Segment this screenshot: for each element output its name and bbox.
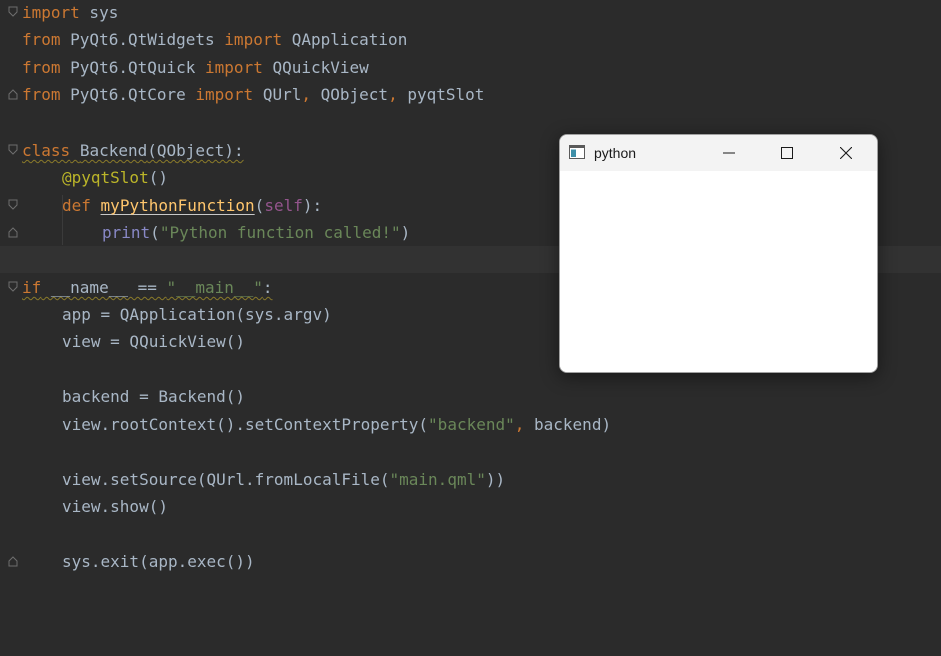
token-string: "Python function called!" [159,223,401,242]
minimize-button[interactable] [706,135,752,171]
token-text: : [262,278,273,297]
fold-start-icon[interactable] [8,6,18,18]
token-text: backend = Backend() [62,387,246,406]
window-title: python [594,145,637,161]
token-keyword: if [22,278,42,297]
token-string: "backend" [428,415,515,434]
close-button[interactable] [823,135,869,171]
fold-start-icon[interactable] [8,199,18,211]
token-text: PyQt6.QtCore [60,85,196,104]
token-text: pyqtSlot [407,85,485,104]
code-line-19[interactable]: view.show() [0,493,941,520]
fold-end-icon[interactable] [8,555,18,567]
window-client-area[interactable] [560,171,877,372]
token-text: app = QApplication(sys.argv) [62,305,332,324]
token-text: view.show() [62,497,168,516]
token-text: QObject [320,85,389,104]
token-text: view = QQuickView() [62,332,246,351]
maximize-icon [781,147,793,159]
token-string: "main.qml" [389,470,486,489]
token-text: PyQt6.QtWidgets [60,30,225,49]
token-text: () [148,168,168,187]
token-builtin: print [102,223,151,242]
token-punct: , [301,85,321,104]
token-keyword: def [62,196,91,215]
token-text: QUrl [253,85,302,104]
token-function-name: myPythonFunction [100,196,255,215]
fold-start-icon[interactable] [8,144,18,156]
token-punct: , [514,415,535,434]
token-text: __name__ == [41,278,167,297]
close-icon [840,147,852,159]
fold-start-icon[interactable] [8,281,18,293]
code-line-18[interactable]: view.setSource(QUrl.fromLocalFile("main.… [0,466,941,493]
token-text: sys [79,3,119,22]
code-line-1[interactable]: import sys [0,0,941,26]
token-punct: , [388,85,408,104]
token-text: ) [400,223,411,242]
token-text: backend) [534,415,612,434]
app-window-icon [569,145,585,159]
minimize-icon [723,152,735,154]
code-line-21[interactable]: sys.exit(app.exec()) [0,548,941,575]
token-text: )) [485,470,506,489]
token-text: PyQt6.QtQuick [60,58,206,77]
token-keyword: from [22,30,61,49]
fold-end-icon[interactable] [8,88,18,100]
token-text: view.setSource(QUrl.fromLocalFile( [62,470,390,489]
token-keyword: import [224,30,283,49]
fold-end-icon[interactable] [8,226,18,238]
token-text: sys.exit(app.exec()) [62,552,255,571]
token-class-name: Backend [79,141,148,160]
token-text: ): [302,196,323,215]
token-text: QQuickView [262,58,369,77]
window-titlebar[interactable]: python [560,135,877,171]
token-keyword: import [22,3,80,22]
code-line-3[interactable]: from PyQt6.QtQuick import QQuickView [0,54,941,81]
token-keyword: import [195,85,254,104]
token-keyword: import [205,58,263,77]
python-app-window[interactable]: python [559,134,878,373]
code-line-16[interactable]: view.rootContext().setContextProperty("b… [0,411,941,438]
token-text: view.rootContext().setContextProperty( [62,415,429,434]
token-text: ( [254,196,265,215]
token-text: QApplication [282,30,408,49]
token-keyword: from [22,85,61,104]
token-decorator: @pyqtSlot [62,168,149,187]
token-keyword: class [22,141,71,160]
code-line-4[interactable]: from PyQt6.QtCore import QUrl, QObject, … [0,81,941,108]
token-self: self [264,196,303,215]
token-string: "__main__" [166,278,263,297]
token-text: ( [150,223,160,242]
maximize-button[interactable] [764,135,810,171]
code-line-2[interactable]: from PyQt6.QtWidgets import QApplication [0,26,941,53]
code-line-15[interactable]: backend = Backend() [0,383,941,410]
token-keyword: from [22,58,61,77]
token-text: (QObject): [147,141,244,160]
